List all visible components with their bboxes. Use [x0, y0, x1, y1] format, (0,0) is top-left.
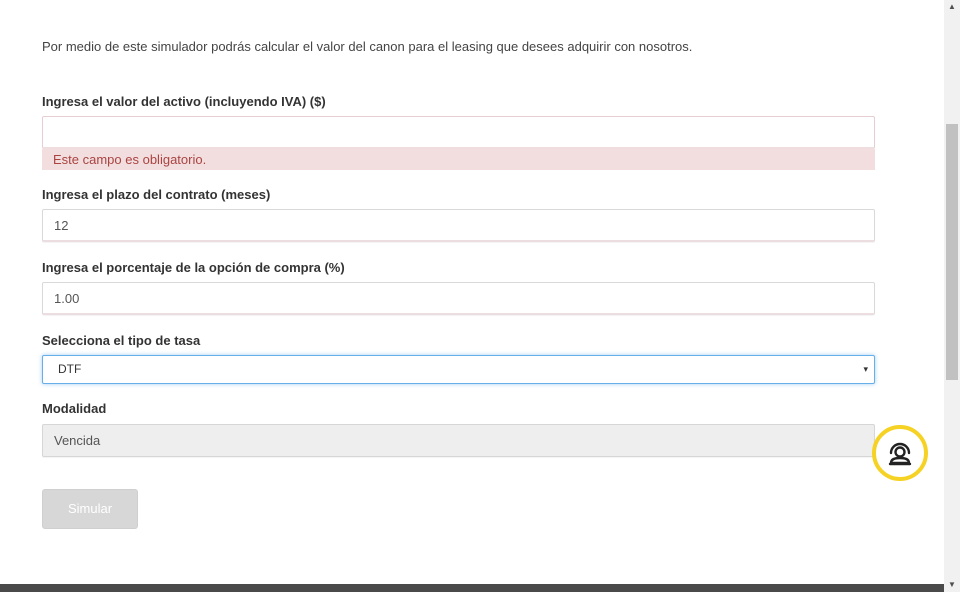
rate-type-selected-value: DTF — [58, 362, 82, 376]
asset-value-input[interactable] — [42, 116, 875, 149]
chat-widget-button[interactable] — [872, 425, 928, 481]
simulator-page: Por medio de este simulador podrás calcu… — [0, 0, 944, 592]
scroll-down-arrow-icon[interactable]: ▼ — [944, 578, 960, 592]
chevron-down-icon: ▾ — [863, 364, 868, 374]
rate-type-select[interactable]: DTF ▾ — [42, 355, 875, 384]
scrollbar-thumb[interactable] — [946, 124, 958, 380]
asset-value-label: Ingresa el valor del activo (incluyendo … — [42, 94, 326, 109]
vertical-scrollbar[interactable]: ▲ ▼ — [944, 0, 960, 592]
modality-label: Modalidad — [42, 401, 107, 416]
purchase-option-input[interactable] — [42, 282, 875, 315]
scroll-up-arrow-icon[interactable]: ▲ — [944, 0, 960, 14]
intro-text: Por medio de este simulador podrás calcu… — [42, 39, 693, 54]
rate-type-label: Selecciona el tipo de tasa — [42, 333, 201, 348]
simulate-button[interactable]: Simular — [42, 489, 138, 529]
asset-value-error: Este campo es obligatorio. — [42, 149, 875, 170]
modality-field — [42, 424, 875, 457]
term-label: Ingresa el plazo del contrato (meses) — [42, 187, 271, 202]
page-footer — [0, 584, 944, 592]
purchase-option-label: Ingresa el porcentaje de la opción de co… — [42, 260, 345, 275]
term-input[interactable] — [42, 209, 875, 242]
agent-headset-icon — [888, 442, 912, 466]
